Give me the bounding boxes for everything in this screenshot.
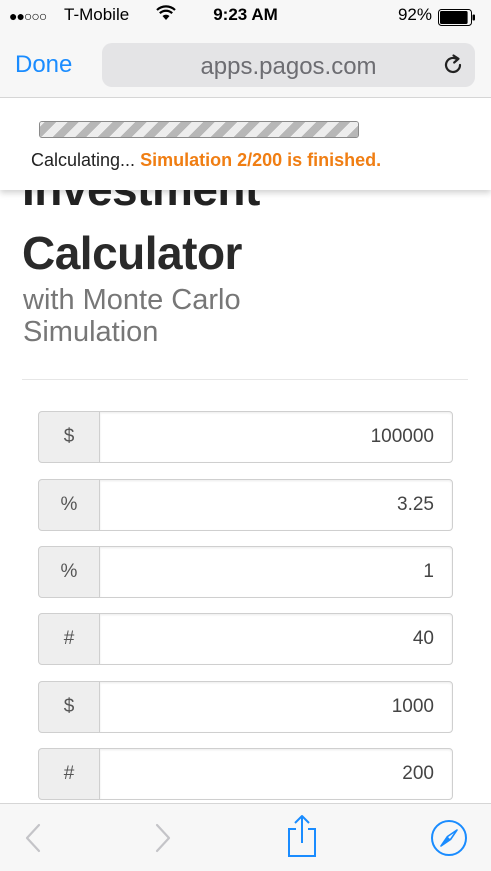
compass-icon[interactable] [429, 818, 469, 858]
address-row: Done apps.pagos.com [0, 40, 491, 90]
field-addon: $ [38, 681, 100, 733]
initial-investment-field: $ 100000 [38, 411, 453, 463]
page-subtitle: with Monte Carlo Simulation [23, 284, 241, 348]
contribution-field: $ 1000 [38, 681, 453, 733]
volatility-input[interactable]: 1 [99, 546, 453, 598]
progress-text: Calculating... Simulation 2/200 is finis… [31, 150, 381, 171]
page-title-line2: Calculator [22, 227, 242, 279]
field-addon: % [38, 546, 100, 598]
url-text: apps.pagos.com [200, 53, 377, 80]
battery-percent: 92% [397, 5, 432, 24]
return-rate-field: % 3.25 [38, 479, 453, 531]
progress-bar [39, 121, 359, 138]
volatility-field: % 1 [38, 546, 453, 598]
contribution-input[interactable]: 1000 [99, 681, 453, 733]
reload-icon[interactable] [441, 53, 465, 77]
field-addon: $ [38, 411, 100, 463]
address-bar[interactable]: apps.pagos.com [102, 43, 475, 87]
field-addon: # [38, 613, 100, 665]
progress-label: Calculating... [31, 150, 136, 170]
share-icon[interactable] [282, 814, 322, 858]
years-input[interactable]: 40 [99, 613, 453, 665]
progress-fill [40, 122, 358, 137]
chevron-left-icon[interactable] [14, 818, 54, 858]
status-bar: ●●○○○ T-Mobile 9:23 AM 92% [0, 0, 491, 34]
browser-top-bar: ●●○○○ T-Mobile 9:23 AM 92% Done apps.pag… [0, 0, 491, 98]
field-addon: # [38, 748, 100, 800]
years-field: # 40 [38, 613, 453, 665]
simulations-field: # 200 [38, 748, 453, 800]
battery-icon [438, 9, 475, 26]
return-rate-input[interactable]: 3.25 [99, 479, 453, 531]
divider [22, 379, 468, 380]
field-addon: % [38, 479, 100, 531]
browser-toolbar [0, 803, 491, 871]
simulations-input[interactable]: 200 [99, 748, 453, 800]
chevron-right-icon[interactable] [142, 818, 182, 858]
done-button[interactable]: Done [15, 51, 72, 79]
initial-investment-input[interactable]: 100000 [99, 411, 453, 463]
progress-panel: Calculating... Simulation 2/200 is finis… [0, 98, 491, 190]
progress-status: Simulation 2/200 is finished. [140, 150, 382, 170]
